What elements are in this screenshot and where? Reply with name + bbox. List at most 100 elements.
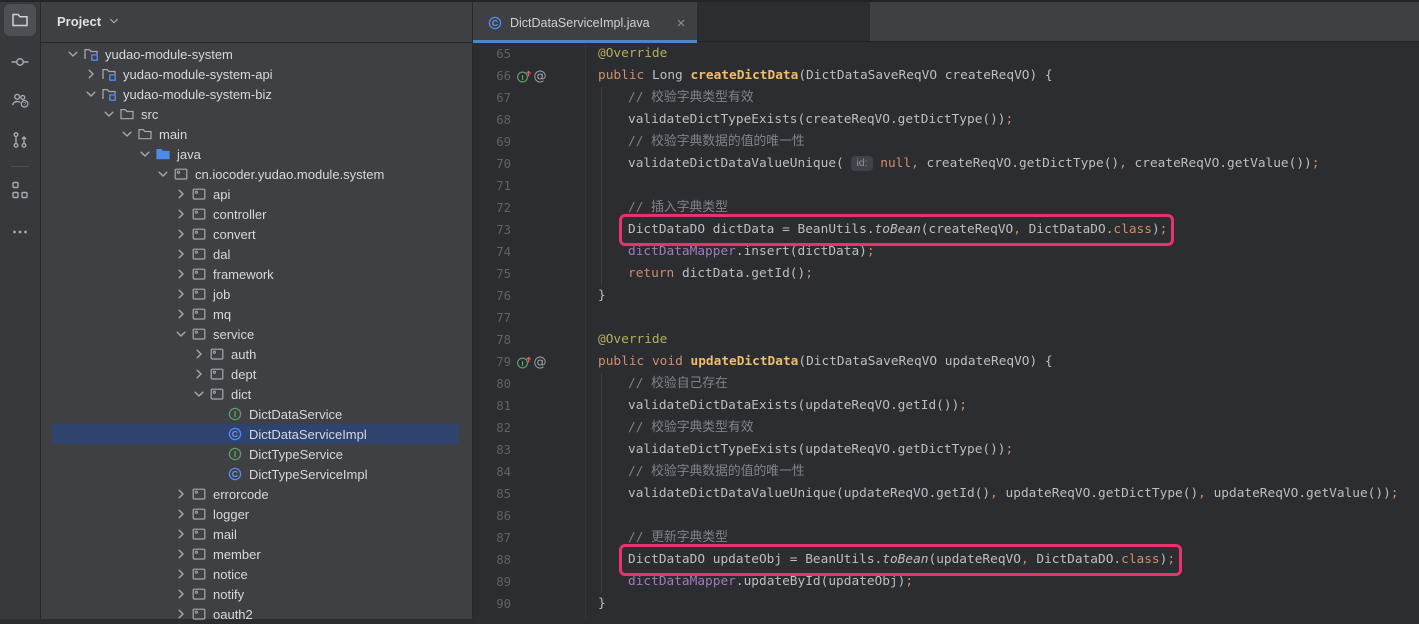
tree-item-notify[interactable]: notify [41,584,472,604]
tree-item-mq[interactable]: mq [41,304,472,324]
implements-gutter-icon[interactable]: I [516,68,532,84]
chevron-down-icon[interactable] [119,126,135,142]
more-tools-button[interactable] [6,218,34,246]
pull-requests-tool-button[interactable] [6,126,34,154]
annotation-gutter-icon[interactable]: @ [532,354,548,370]
tree-item-auth[interactable]: auth [41,344,472,364]
chevron-down-icon[interactable] [107,14,121,28]
code-line-66[interactable]: 66I@public Long createDictData(DictDataS… [473,65,1419,87]
tree-item-convert[interactable]: convert [41,224,472,244]
code-editor[interactable]: 65@Override66I@public Long createDictDat… [473,43,1419,619]
svg-text:I: I [234,449,236,459]
chevron-down-icon[interactable] [155,166,171,182]
tree-item-service[interactable]: service [41,324,472,344]
chevron-right-icon[interactable] [173,586,189,602]
chevron-down-icon[interactable] [101,106,117,122]
tree-item-dicttypeservice[interactable]: IDictTypeService [41,444,472,464]
tree-item-mail[interactable]: mail [41,524,472,544]
collab-help-tool-button[interactable]: ? [6,86,34,114]
chevron-right-icon[interactable] [173,486,189,502]
code-line-80[interactable]: 80// 校验自己存在 [473,373,1419,395]
tree-item-yudao-module-system[interactable]: yudao-module-system [41,44,472,64]
code-line-85[interactable]: 85validateDictDataValueUnique(updateReqV… [473,483,1419,505]
code-line-84[interactable]: 84// 校验字典数据的值的唯一性 [473,461,1419,483]
chevron-right-icon[interactable] [173,526,189,542]
code-line-65[interactable]: 65@Override [473,43,1419,65]
code-text: } [598,285,606,307]
chevron-right-icon[interactable] [191,366,207,382]
line-number: 89 [473,571,511,593]
tree-item-dict[interactable]: dict [41,384,472,404]
code-line-72[interactable]: 72// 插入字典类型 [473,197,1419,219]
chevron-down-icon[interactable] [65,46,81,62]
editor-tab[interactable]: C DictDataServiceImpl.java [473,2,697,43]
chevron-down-icon[interactable] [137,146,153,162]
tree-item-main[interactable]: main [41,124,472,144]
structure-tool-button[interactable] [6,176,34,204]
chevron-right-icon[interactable] [173,546,189,562]
code-line-73[interactable]: 73DictDataDO dictData = BeanUtils.toBean… [473,219,1419,241]
chevron-right-icon[interactable] [173,266,189,282]
code-line-67[interactable]: 67// 校验字典类型有效 [473,87,1419,109]
code-line-89[interactable]: 89dictDataMapper.updateById(updateObj); [473,571,1419,593]
tree-item-api[interactable]: api [41,184,472,204]
code-line-69[interactable]: 69// 校验字典数据的值的唯一性 [473,131,1419,153]
code-line-90[interactable]: 90} [473,593,1419,615]
chevron-right-icon[interactable] [173,606,189,622]
project-tool-button[interactable] [4,4,36,36]
project-panel-header[interactable]: Project [41,0,472,43]
code-line-82[interactable]: 82// 校验字典类型有效 [473,417,1419,439]
chevron-right-icon[interactable] [191,346,207,362]
tree-item-member[interactable]: member [41,544,472,564]
code-line-71[interactable]: 71 [473,175,1419,197]
tree-item-dal[interactable]: dal [41,244,472,264]
tree-item-dept[interactable]: dept [41,364,472,384]
implements-gutter-icon[interactable]: I [516,354,532,370]
chevron-right-icon[interactable] [173,246,189,262]
tree-item-cn-iocoder-yudao-module-system[interactable]: cn.iocoder.yudao.module.system [41,164,472,184]
tree-item-framework[interactable]: framework [41,264,472,284]
close-icon[interactable] [673,15,689,31]
code-line-78[interactable]: 78@Override [473,329,1419,351]
tree-item-oauth2[interactable]: oauth2 [41,604,472,624]
svg-text:I: I [521,73,523,82]
chevron-right-icon[interactable] [83,66,99,82]
code-line-86[interactable]: 86 [473,505,1419,527]
tree-item-java[interactable]: java [41,144,472,164]
tree-item-yudao-module-system-biz[interactable]: yudao-module-system-biz [41,84,472,104]
code-line-70[interactable]: 70validateDictDataValueUnique( id: null,… [473,153,1419,175]
chevron-down-icon[interactable] [83,86,99,102]
chevron-right-icon[interactable] [173,566,189,582]
code-line-87[interactable]: 87// 更新字典类型 [473,527,1419,549]
tree-item-src[interactable]: src [41,104,472,124]
code-line-77[interactable]: 77 [473,307,1419,329]
chevron-down-icon[interactable] [191,386,207,402]
chevron-right-icon[interactable] [173,286,189,302]
code-line-76[interactable]: 76} [473,285,1419,307]
indent-guide [601,373,602,593]
code-line-88[interactable]: 88DictDataDO updateObj = BeanUtils.toBea… [473,549,1419,571]
tree-item-dicttypeserviceimpl[interactable]: CDictTypeServiceImpl [41,464,472,484]
chevron-down-icon[interactable] [173,326,189,342]
tree-item-notice[interactable]: notice [41,564,472,584]
code-line-79[interactable]: 79I@public void updateDictData(DictDataS… [473,351,1419,373]
code-line-75[interactable]: 75return dictData.getId(); [473,263,1419,285]
tree-item-errorcode[interactable]: errorcode [41,484,472,504]
code-line-83[interactable]: 83validateDictTypeExists(updateReqVO.get… [473,439,1419,461]
tree-item-dictdataserviceimpl[interactable]: CDictDataServiceImpl [41,424,472,444]
code-line-81[interactable]: 81validateDictDataExists(updateReqVO.get… [473,395,1419,417]
chevron-right-icon[interactable] [173,306,189,322]
code-line-74[interactable]: 74dictDataMapper.insert(dictData); [473,241,1419,263]
annotation-gutter-icon[interactable]: @ [532,68,548,84]
chevron-right-icon[interactable] [173,506,189,522]
commit-tool-button[interactable] [6,48,34,76]
chevron-right-icon[interactable] [173,206,189,222]
chevron-right-icon[interactable] [173,226,189,242]
tree-item-controller[interactable]: controller [41,204,472,224]
code-line-68[interactable]: 68validateDictTypeExists(createReqVO.get… [473,109,1419,131]
chevron-right-icon[interactable] [173,186,189,202]
tree-item-job[interactable]: job [41,284,472,304]
tree-item-dictdataservice[interactable]: IDictDataService [41,404,472,424]
tree-item-logger[interactable]: logger [41,504,472,524]
tree-item-yudao-module-system-api[interactable]: yudao-module-system-api [41,64,472,84]
